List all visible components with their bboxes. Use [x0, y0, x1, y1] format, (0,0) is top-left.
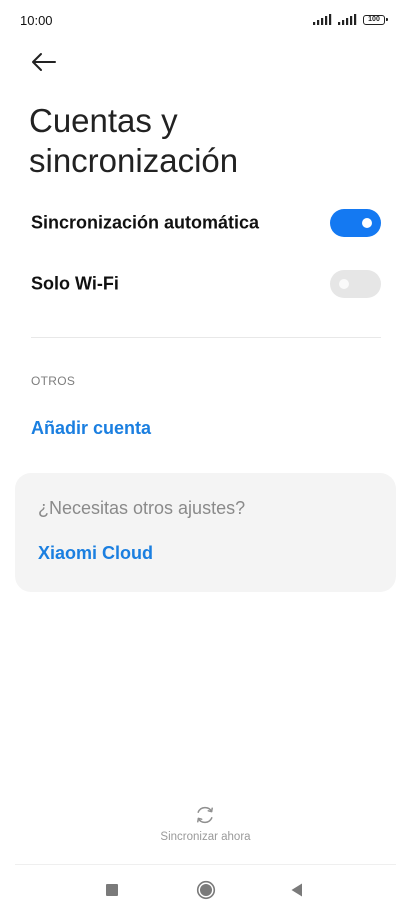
auto-sync-row[interactable]: Sincronización automática: [0, 195, 411, 251]
arrow-left-icon: [32, 53, 56, 71]
signal-icon: [313, 14, 332, 25]
add-account-link[interactable]: Añadir cuenta: [31, 418, 151, 439]
circle-icon: [196, 880, 216, 900]
battery-level: 100: [368, 15, 380, 23]
card-title: ¿Necesitas otros ajustes?: [38, 498, 246, 518]
section-header-others: OTROS: [31, 374, 76, 388]
navigation-bar: [0, 866, 411, 914]
toggle-knob: [339, 279, 349, 289]
home-button[interactable]: [194, 878, 218, 902]
status-bar: 10:00 100: [0, 0, 411, 40]
xiaomi-cloud-link[interactable]: Xiaomi Cloud: [38, 543, 153, 564]
sync-now-button[interactable]: Sincronizar ahora: [130, 800, 281, 850]
page-title: Cuentas y sincronización: [29, 102, 239, 179]
battery-icon: 100: [363, 14, 388, 25]
wifi-only-toggle[interactable]: [330, 270, 381, 298]
sync-icon: [197, 806, 213, 824]
square-icon: [106, 884, 118, 896]
divider: [31, 337, 381, 338]
wifi-only-row[interactable]: Solo Wi-Fi: [0, 256, 411, 312]
auto-sync-toggle[interactable]: [330, 209, 381, 237]
signal-icon: [338, 14, 357, 25]
nav-back-button[interactable]: [285, 878, 309, 902]
sync-now-label: Sincronizar ahora: [160, 831, 251, 843]
status-time: 10:00: [20, 13, 53, 28]
nav-divider: [15, 864, 396, 865]
toggle-knob: [362, 218, 372, 228]
other-settings-card: ¿Necesitas otros ajustes? Xiaomi Cloud: [15, 473, 396, 592]
wifi-only-label: Solo Wi-Fi: [31, 273, 119, 294]
triangle-left-icon: [291, 883, 302, 897]
status-icons: 100: [313, 14, 388, 25]
recents-button[interactable]: [100, 878, 124, 902]
auto-sync-label: Sincronización automática: [31, 212, 260, 233]
back-button[interactable]: [28, 48, 60, 76]
